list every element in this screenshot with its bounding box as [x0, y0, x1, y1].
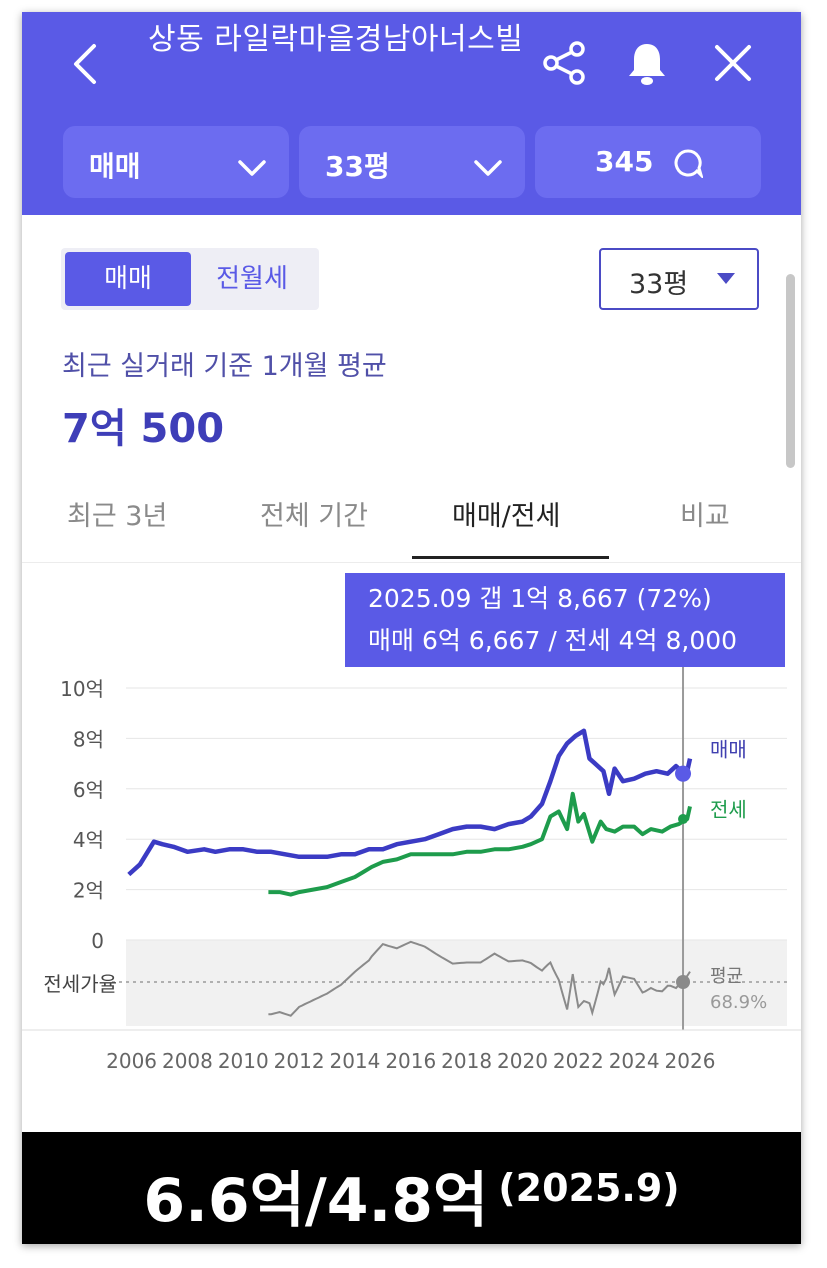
crosshair-point-jeonse — [678, 814, 689, 825]
x-tick-label: 2018 — [441, 1049, 492, 1073]
crosshair-point-ratio — [676, 975, 691, 989]
y-tick-label: 6억 — [73, 778, 104, 802]
x-tick-label: 2020 — [497, 1049, 548, 1073]
x-tick-label: 2008 — [162, 1049, 213, 1073]
legend-jeonse: 전세 — [710, 797, 747, 821]
y-tick-label: 0 — [91, 929, 104, 953]
x-tick-label: 2024 — [609, 1049, 660, 1073]
x-tick-label: 2006 — [106, 1049, 157, 1073]
price-chart[interactable]: 10억 8억 6억 4억 2억 0 2006 2008 2010 2012 2014 2016 201… — [22, 12, 801, 1132]
ratio-average-label: 평균 — [710, 966, 743, 987]
x-tick-label: 2012 — [274, 1049, 325, 1073]
x-tick-label: 2016 — [385, 1049, 436, 1073]
legend-sale: 매매 — [710, 738, 747, 762]
y-tick-label: 4억 — [73, 828, 104, 852]
chart-tooltip: 2025.09 갭 1억 8,667 (72%) 매매 6억 6,667 / 전… — [345, 573, 785, 667]
tooltip-gap-line: 2025.09 갭 1억 8,667 (72%) — [368, 584, 712, 613]
y-tick-label: 8억 — [73, 727, 104, 751]
x-tick-label: 2014 — [329, 1049, 380, 1073]
x-tick-label: 2010 — [218, 1049, 269, 1073]
y-tick-label: 2억 — [73, 879, 104, 903]
tooltip-price-line: 매매 6억 6,667 / 전세 4억 8,000 — [368, 626, 738, 655]
ratio-average-value: 68.9% — [710, 992, 767, 1013]
ratio-label: 전세가율 — [43, 972, 117, 996]
series-line-jeonse — [268, 791, 692, 897]
y-tick-label: 10억 — [60, 677, 104, 701]
app-frame: 상동 라일락마을경남아너스빌 매매 33평 345 매매 전월세 33평 최근 … — [22, 12, 801, 1244]
caption-banner: 6.6억/4.8억 (2025.9) — [22, 1132, 801, 1244]
x-tick-label: 2022 — [553, 1049, 604, 1073]
caption-date: (2025.9) — [498, 1166, 680, 1210]
x-tick-label: 2026 — [665, 1049, 716, 1073]
crosshair-point-sale — [675, 765, 692, 782]
caption-main: 6.6억/4.8억 — [143, 1166, 489, 1236]
